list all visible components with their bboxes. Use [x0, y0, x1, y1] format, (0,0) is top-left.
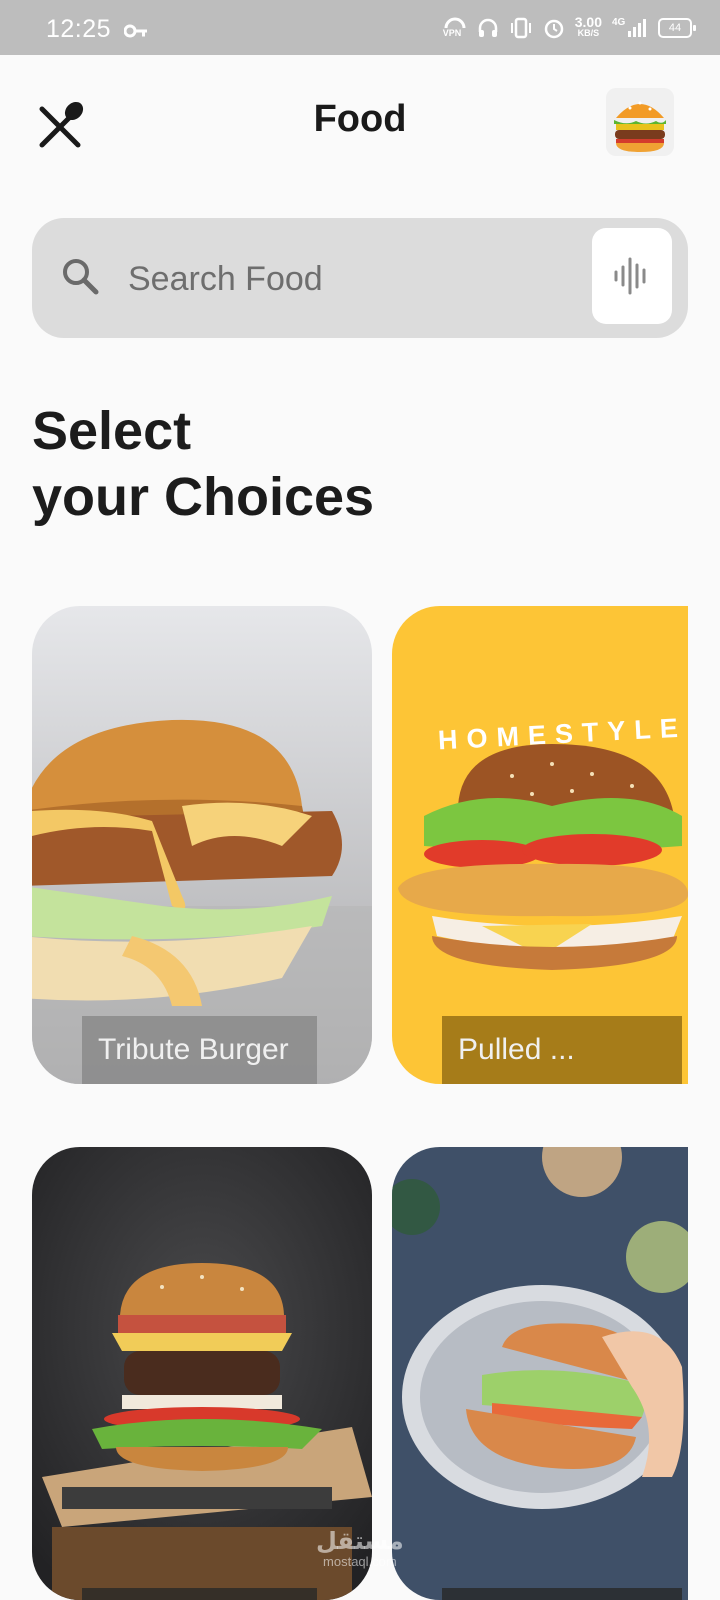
burger-avatar[interactable] — [606, 88, 674, 156]
food-card-4[interactable] — [392, 1147, 688, 1600]
section-title-line1: Select — [32, 401, 192, 461]
homestyle-burger-image: HOMESTYLE — [392, 606, 688, 1084]
battery-icon: 44 — [658, 18, 696, 38]
vpn-key-icon — [123, 24, 148, 43]
watermark: مستقل mostaql.com — [316, 1528, 404, 1570]
search-icon — [60, 256, 100, 301]
search-bar — [32, 218, 688, 338]
battery-level: 44 — [668, 22, 682, 34]
watermark-arabic: مستقل — [316, 1528, 404, 1555]
network-speed-unit: KB/S — [577, 28, 600, 38]
sound-wave-icon — [614, 257, 646, 295]
network-speed-value: 3.00 — [574, 14, 602, 30]
card-label — [82, 1588, 317, 1600]
signal-icon: 4G — [612, 17, 648, 39]
section-title-line2: your Choices — [32, 467, 375, 527]
search-input[interactable] — [126, 248, 610, 310]
alarm-icon — [544, 19, 563, 39]
hand-held-burger-image — [392, 1147, 688, 1600]
food-card-pulled[interactable]: HOMESTYLE Pulled ... — [392, 606, 688, 1084]
card-label — [442, 1588, 682, 1600]
headphones-icon — [478, 18, 497, 37]
status-time: 12:25 — [46, 15, 112, 43]
watermark-latin: mostaql.com — [323, 1554, 397, 1569]
status-bar: 12:25 VPN 3.00 KB/S 4G 44 — [0, 0, 720, 55]
section-title: Select your Choices — [32, 398, 374, 530]
vpn-label: VPN — [442, 28, 462, 38]
vpn-icon: VPN — [443, 16, 467, 40]
status-icons: VPN 3.00 KB/S 4G 44 — [443, 14, 696, 40]
network-speed: 3.00 KB/S — [574, 14, 602, 39]
vibrate-icon — [510, 17, 531, 39]
card-label: Tribute Burger — [82, 1016, 317, 1084]
food-card-tribute-burger[interactable]: Tribute Burger — [32, 606, 372, 1084]
tribute-burger-image — [32, 606, 372, 1084]
app-header: Food — [0, 55, 720, 195]
card-label: Pulled ... — [442, 1016, 682, 1084]
voice-search-button[interactable] — [592, 228, 672, 324]
